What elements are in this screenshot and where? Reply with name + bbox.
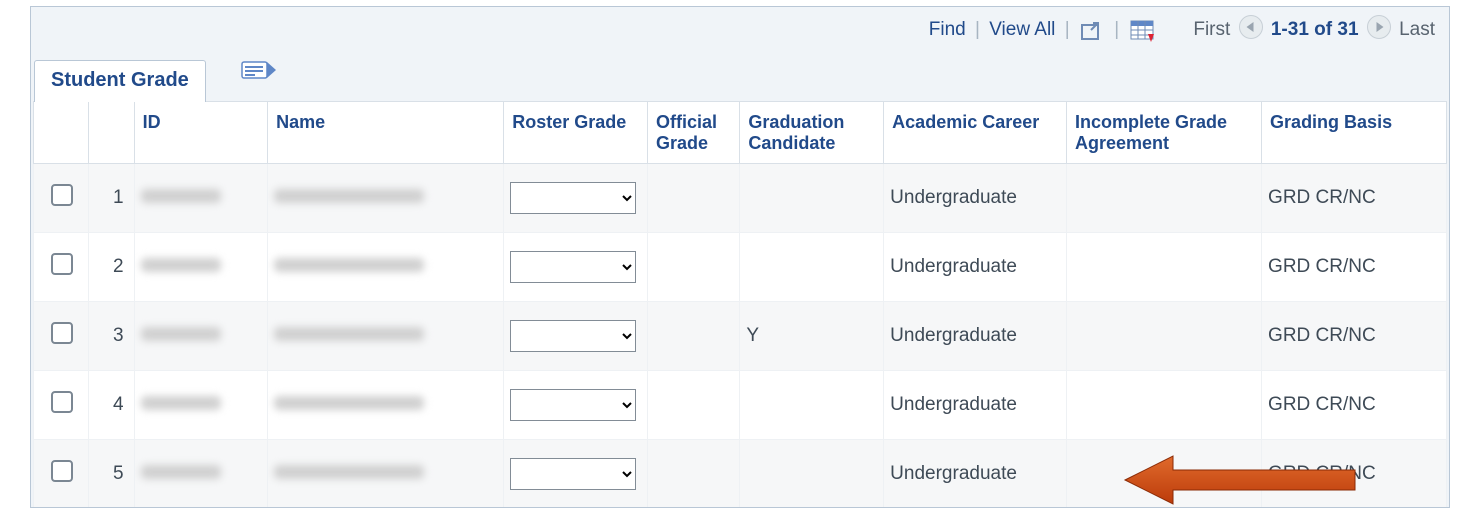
roster-grade-select[interactable] [510,389,636,421]
row-graduation-candidate: Y [740,302,884,371]
row-seq: 4 [89,371,134,440]
find-link[interactable]: Find [929,19,966,40]
row-graduation-candidate [740,164,884,233]
row-academic-career: Undergraduate [884,371,1067,440]
pager-prev-icon[interactable] [1239,15,1263,39]
roster-grade-select[interactable] [510,182,636,214]
table-header-row: ID Name Roster Grade Official Grade Grad… [34,102,1447,164]
row-seq: 5 [89,440,134,508]
row-name [268,164,504,233]
row-incomplete-agreement [1066,302,1261,371]
row-official-grade [648,440,740,508]
row-name [268,233,504,302]
col-header-gradcand[interactable]: Graduation Candidate [740,102,884,164]
col-header-name[interactable]: Name [268,102,504,164]
col-header-roster[interactable]: Roster Grade [504,102,648,164]
grid-header-bar: Find | View All | | First [31,7,1449,53]
table-row: 5 Undergraduate GRD CR/NC [34,440,1447,508]
row-name [268,302,504,371]
download-grid-icon[interactable] [1130,10,1154,56]
row-select-checkbox[interactable] [51,184,73,206]
row-incomplete-agreement [1066,164,1261,233]
grid-tab-row: Student Grade [31,53,1449,101]
row-id [134,440,267,508]
row-id [134,164,267,233]
row-name [268,440,504,508]
row-graduation-candidate [740,440,884,508]
row-official-grade [648,164,740,233]
table-row: 3 YUndergraduate GRD CR/NC [34,302,1447,371]
col-header-seq [89,102,134,164]
table-row: 1 Undergraduate GRD CR/NC [34,164,1447,233]
row-seq: 1 [89,164,134,233]
row-id [134,302,267,371]
row-official-grade [648,302,740,371]
row-select-checkbox[interactable] [51,391,73,413]
row-seq: 2 [89,233,134,302]
view-all-link[interactable]: View All [989,19,1055,40]
row-select-checkbox[interactable] [51,460,73,482]
row-official-grade [648,233,740,302]
pager-range: 1-31 of 31 [1271,19,1359,40]
row-incomplete-agreement [1066,233,1261,302]
col-header-id[interactable]: ID [134,102,267,164]
show-all-columns-icon[interactable] [241,59,277,86]
row-graduation-candidate [740,233,884,302]
roster-grade-select[interactable] [510,320,636,352]
grade-roster-table: ID Name Roster Grade Official Grade Grad… [33,101,1447,508]
row-name [268,371,504,440]
row-seq: 3 [89,302,134,371]
row-incomplete-agreement [1066,371,1261,440]
row-academic-career: Undergraduate [884,164,1067,233]
row-incomplete-agreement [1066,440,1261,508]
row-academic-career: Undergraduate [884,440,1067,508]
table-row: 2 Undergraduate GRD CR/NC [34,233,1447,302]
row-academic-career: Undergraduate [884,302,1067,371]
pager-next-icon[interactable] [1367,15,1391,39]
pager-first[interactable]: First [1193,19,1230,40]
row-select-checkbox[interactable] [51,322,73,344]
popout-icon[interactable] [1081,10,1103,56]
pager-last[interactable]: Last [1399,19,1435,40]
row-grading-basis: GRD CR/NC [1262,164,1447,233]
row-grading-basis: GRD CR/NC [1262,302,1447,371]
row-grading-basis: GRD CR/NC [1262,233,1447,302]
col-header-official[interactable]: Official Grade [648,102,740,164]
tab-student-grade[interactable]: Student Grade [34,60,206,102]
row-grading-basis: GRD CR/NC [1262,440,1447,508]
row-id [134,371,267,440]
col-header-career[interactable]: Academic Career [884,102,1067,164]
row-select-checkbox[interactable] [51,253,73,275]
col-header-select [34,102,89,164]
row-official-grade [648,371,740,440]
row-id [134,233,267,302]
row-graduation-candidate [740,371,884,440]
roster-grade-select[interactable] [510,458,636,490]
col-header-basis[interactable]: Grading Basis [1262,102,1447,164]
row-academic-career: Undergraduate [884,233,1067,302]
roster-grade-select[interactable] [510,251,636,283]
col-header-iga[interactable]: Incomplete Grade Agreement [1066,102,1261,164]
table-row: 4 Undergraduate GRD CR/NC [34,371,1447,440]
row-grading-basis: GRD CR/NC [1262,371,1447,440]
